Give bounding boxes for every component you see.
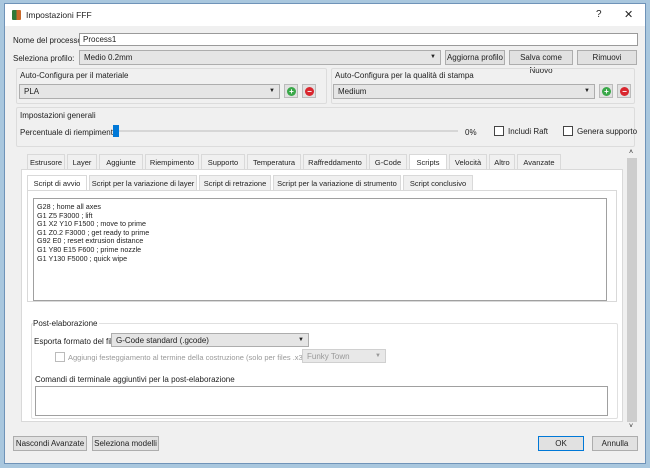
infill-value: 0% [465, 128, 477, 137]
script-editor[interactable]: G28 ; home all axes G1 Z5 F3000 ; lift G… [33, 198, 607, 301]
scroll-down-icon[interactable]: ˅ [629, 423, 633, 430]
tab-bar: Estrusore Layer Aggiunte Riempimento Sup… [27, 154, 587, 170]
select-models-button[interactable]: Seleziona modelli [92, 436, 159, 451]
save-new-button[interactable]: Salva come Nuovo [509, 50, 573, 75]
ok-button[interactable]: OK [538, 436, 584, 451]
quality-value: Medium [338, 87, 367, 96]
tab-estrusore[interactable]: Estrusore [27, 154, 65, 169]
celebration-checkbox[interactable] [55, 352, 65, 362]
general-label: Impostazioni generali [20, 111, 96, 120]
process-name-label: Nome del processo: [13, 36, 85, 45]
plus-icon: + [602, 87, 611, 96]
chevron-down-icon: ▼ [430, 54, 436, 60]
celebration-song-select[interactable]: Funky Town ▼ [302, 349, 386, 363]
infill-slider[interactable] [113, 125, 458, 137]
material-value: PLA [24, 87, 40, 96]
slider-track [113, 130, 458, 132]
tab-layer[interactable]: Layer [67, 154, 97, 169]
add-quality-button[interactable]: + [599, 84, 613, 98]
infill-label: Percentuale di riempimento: [20, 128, 120, 137]
quality-label: Auto-Configura per la qualità di stampa [335, 71, 474, 80]
app-icon [12, 10, 21, 20]
remove-material-button[interactable]: − [302, 84, 316, 98]
quality-select[interactable]: Medium ▼ [333, 84, 595, 99]
tab-altro[interactable]: Altro [489, 154, 515, 169]
tab-avanzate[interactable]: Avanzate [517, 154, 561, 169]
scroll-thumb[interactable] [627, 158, 637, 422]
material-select[interactable]: PLA ▼ [19, 84, 280, 99]
subtab-layer-change-script[interactable]: Script per la variazione di layer [89, 175, 197, 190]
scroll-up-icon[interactable]: ˄ [629, 149, 633, 156]
tab-velocita[interactable]: Velocità [449, 154, 487, 169]
chevron-down-icon: ▼ [584, 88, 590, 94]
subtab-bar: Script di avvio Script per la variazione… [27, 175, 497, 191]
remove-quality-button[interactable]: − [617, 84, 631, 98]
chevron-down-icon: ▼ [375, 353, 381, 359]
celebration-label: Aggiungi festeggiamento al termine della… [68, 353, 310, 362]
title-bar: Impostazioni FFF ? ✕ [5, 4, 645, 26]
commands-input[interactable] [35, 386, 608, 416]
support-checkbox[interactable] [563, 126, 573, 136]
export-format-select[interactable]: G-Code standard (.gcode) ▼ [111, 333, 309, 347]
minus-icon: − [305, 87, 314, 96]
remove-button[interactable]: Rimuovi [577, 50, 637, 65]
profile-label: Seleziona profilo: [13, 54, 75, 63]
tab-supporto[interactable]: Supporto [201, 154, 245, 169]
export-format-label: Esporta formato del file [34, 337, 117, 346]
celebration-song-value: Funky Town [307, 352, 350, 361]
subtab-end-script[interactable]: Script conclusivo [403, 175, 473, 190]
material-label: Auto-Configura per il materiale [20, 71, 129, 80]
minus-icon: − [620, 87, 629, 96]
add-material-button[interactable]: + [284, 84, 298, 98]
commands-label: Comandi di terminale aggiuntivi per la p… [35, 375, 235, 384]
tab-raffreddamento[interactable]: Raffreddamento [303, 154, 367, 169]
scrollbar[interactable]: ˄ ˅ [626, 148, 638, 434]
tab-aggiunte[interactable]: Aggiunte [99, 154, 143, 169]
raft-label: Includi Raft [508, 127, 549, 136]
tab-scripts[interactable]: Scripts [409, 154, 447, 170]
tab-panel: Script di avvio Script per la variazione… [21, 169, 623, 422]
tab-riempimento[interactable]: Riempimento [145, 154, 199, 169]
slider-handle[interactable] [113, 125, 119, 137]
chevron-down-icon: ▼ [298, 337, 304, 343]
export-format-value: G-Code standard (.gcode) [116, 336, 209, 345]
cancel-button[interactable]: Annulla [592, 436, 638, 451]
update-profile-button[interactable]: Aggiorna profilo [445, 50, 505, 65]
script-line: G28 ; home all axes [37, 202, 101, 211]
close-button[interactable]: ✕ [624, 8, 633, 21]
subtab-start-script[interactable]: Script di avvio [27, 175, 87, 191]
profile-select[interactable]: Medio 0.2mm ▼ [79, 50, 441, 65]
tab-gcode[interactable]: G-Code [369, 154, 407, 169]
settings-dialog: Impostazioni FFF ? ✕ Nome del processo: … [4, 3, 646, 464]
tab-temperatura[interactable]: Temperatura [247, 154, 301, 169]
chevron-down-icon: ▼ [269, 88, 275, 94]
window-title: Impostazioni FFF [26, 10, 92, 20]
subtab-retraction-script[interactable]: Script di retrazione [199, 175, 271, 190]
script-line: G1 Y130 F5000 ; quick wipe [37, 253, 128, 263]
support-label: Genera supporto [577, 127, 638, 136]
plus-icon: + [287, 87, 296, 96]
raft-checkbox[interactable] [494, 126, 504, 136]
subtab-tool-change-script[interactable]: Script per la variazione di strumento [273, 175, 401, 190]
post-processing-label: Post-elaborazione [33, 319, 100, 328]
process-name-input[interactable]: Process1 [79, 33, 638, 46]
hide-advanced-button[interactable]: Nascondi Avanzate [13, 436, 87, 451]
help-button[interactable]: ? [596, 9, 602, 20]
profile-value: Medio 0.2mm [84, 53, 133, 62]
